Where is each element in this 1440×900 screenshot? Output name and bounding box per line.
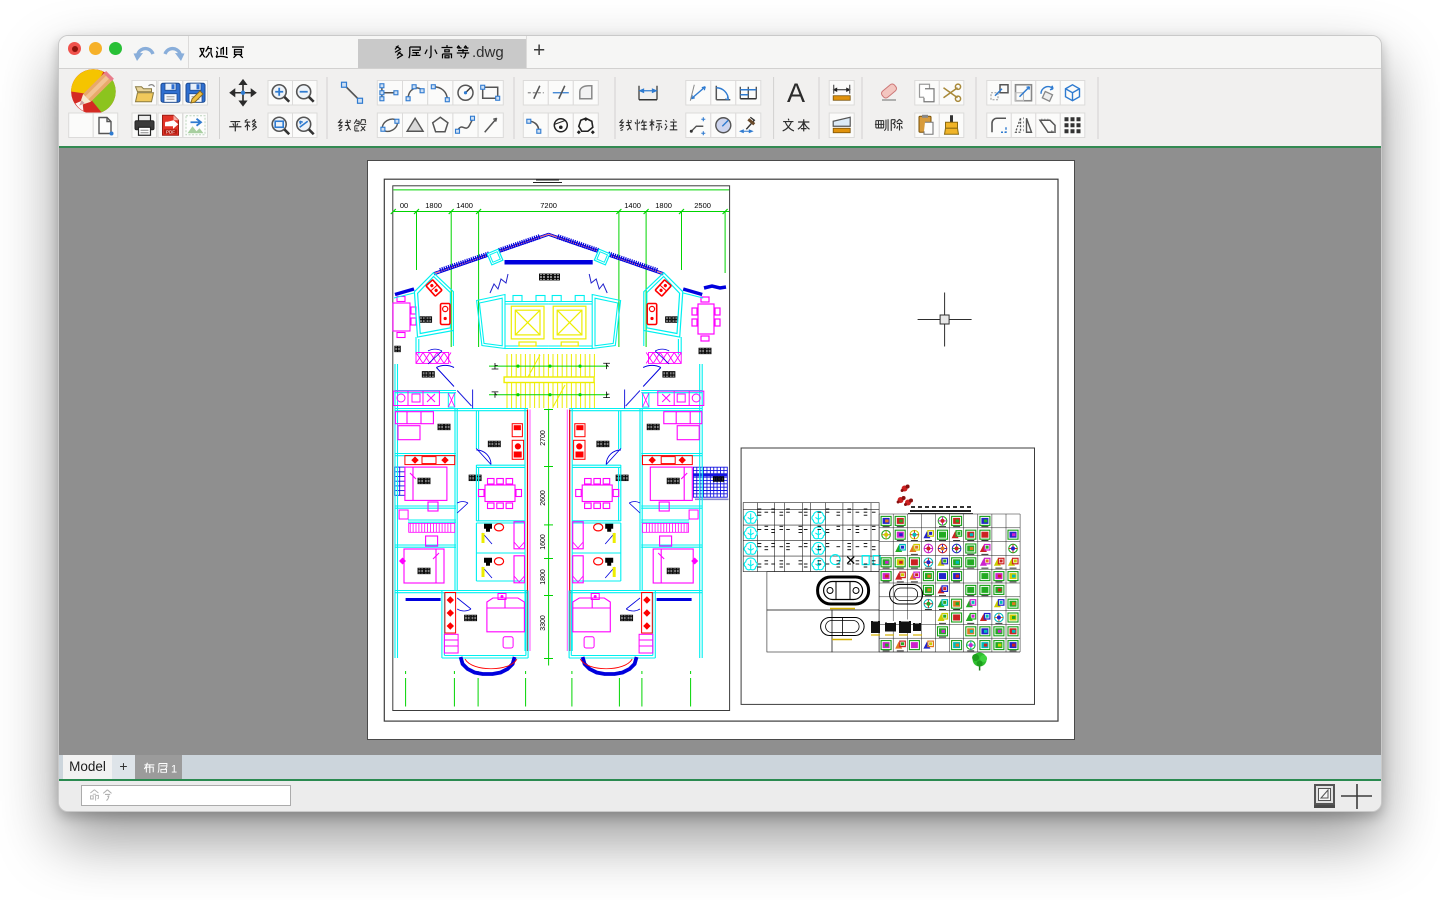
svg-text:1800: 1800 [655,201,672,210]
svg-text:1600: 1600 [540,534,547,550]
svg-text:2500: 2500 [694,201,711,210]
svg-text:3300: 3300 [540,615,547,631]
svg-text:1800: 1800 [540,569,547,585]
svg-text:1: 1 [171,763,177,775]
svg-text:1400: 1400 [456,201,473,210]
svg-text:PDF: PDF [166,129,175,134]
svg-text:1400: 1400 [624,201,641,210]
svg-text:7200: 7200 [540,201,557,210]
svg-text:1800: 1800 [425,201,442,210]
svg-text:2600: 2600 [540,490,547,506]
svg-text:2700: 2700 [540,430,547,446]
svg-text:A: A [787,78,805,108]
svg-text:00: 00 [400,201,408,210]
